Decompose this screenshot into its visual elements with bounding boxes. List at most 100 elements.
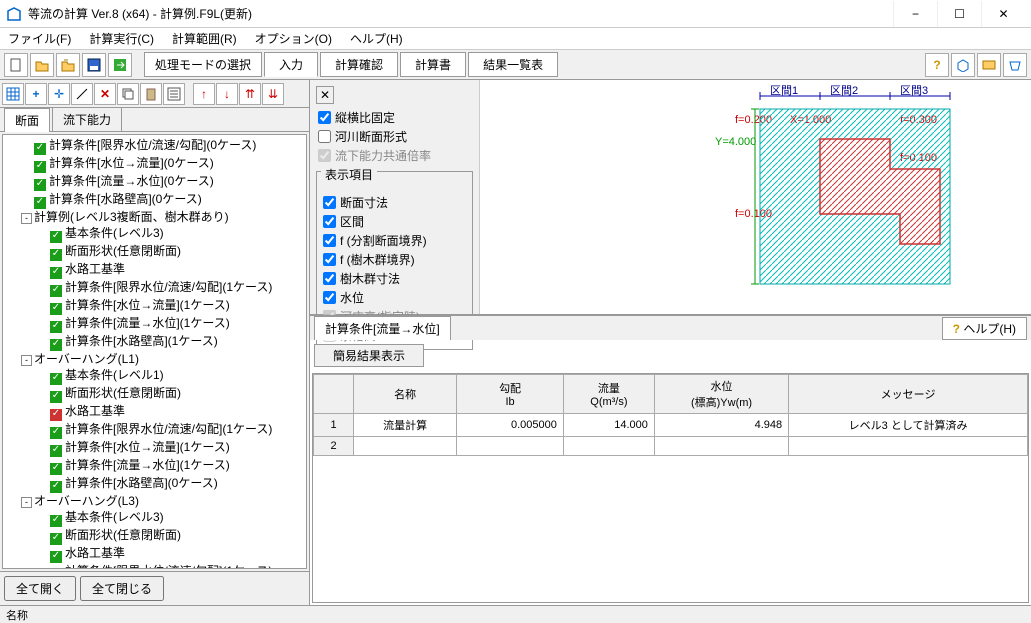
tree-item[interactable]: ✓計算条件[水位→流量](1ケース) bbox=[37, 297, 304, 315]
tree-item[interactable]: ✓計算条件[流量→水位](1ケース) bbox=[37, 315, 304, 333]
delete-button[interactable]: ✕ bbox=[94, 83, 116, 105]
lbl-display-item: 断面寸法 bbox=[340, 194, 388, 211]
tree-item[interactable]: -オーバーハング(L3)✓基本条件(レベル3)✓断面形状(任意閉断面)✓水路工基… bbox=[21, 493, 304, 569]
tree-item[interactable]: ✓水路工基準 bbox=[37, 403, 304, 421]
tree-item[interactable]: ✓計算条件[水路壁高](1ケース) bbox=[37, 333, 304, 351]
center-button[interactable]: ✛ bbox=[48, 83, 70, 105]
tree-item[interactable]: ✓断面形状(任意閉断面) bbox=[37, 385, 304, 403]
new-button[interactable] bbox=[4, 53, 28, 77]
tree-item[interactable]: ✓計算条件[限界水位/流速/勾配](1ケース) bbox=[37, 279, 304, 297]
tab-section[interactable]: 断面 bbox=[4, 108, 50, 132]
line-button[interactable] bbox=[71, 83, 93, 105]
check-icon: ✓ bbox=[50, 533, 62, 545]
check-icon: ✓ bbox=[50, 339, 62, 351]
tree-item[interactable]: ✓基本条件(レベル3) bbox=[37, 225, 304, 243]
maximize-button[interactable]: ☐ bbox=[937, 1, 981, 27]
result-help-button[interactable]: ? ヘルプ(H) bbox=[942, 317, 1027, 340]
tree-label: 計算条件[限界水位/流速/勾配](1ケース) bbox=[65, 564, 272, 569]
menu-options[interactable]: オプション(O) bbox=[251, 28, 336, 49]
mode-tab-input[interactable]: 入力 bbox=[264, 52, 318, 77]
table-row[interactable]: 1流量計算0.00500014.0004.948レベル3 として計算済み bbox=[314, 414, 1028, 437]
cell-q: 14.000 bbox=[563, 414, 654, 437]
grid-view-button[interactable] bbox=[2, 83, 24, 105]
menu-calc-run[interactable]: 計算実行(C) bbox=[85, 28, 158, 49]
tree-label: 計算条件[限界水位/流速/勾配](1ケース) bbox=[65, 280, 272, 294]
mode-tab-report[interactable]: 計算書 bbox=[400, 52, 466, 77]
chk-f (分割断面境界)[interactable] bbox=[323, 234, 336, 247]
top-arrow-button[interactable]: ⇈ bbox=[239, 83, 261, 105]
tree-label: 計算条件[流量→水位](1ケース) bbox=[65, 316, 230, 330]
chk-断面寸法[interactable] bbox=[323, 196, 336, 209]
tree-label: 基本条件(レベル1) bbox=[65, 368, 164, 382]
add-button[interactable]: + bbox=[25, 83, 47, 105]
mode-tab-results[interactable]: 結果一覧表 bbox=[468, 52, 558, 77]
tree-item[interactable]: ✓計算条件[限界水位/流速/勾配](1ケース) bbox=[37, 421, 304, 439]
expand-toggle[interactable]: - bbox=[21, 497, 32, 508]
left-panel: + ✛ ✕ ↑ ↓ ⇈ ⇊ 断面 流下能力 ✓計算条件[限界水位/流速/勾配](… bbox=[0, 80, 310, 605]
bucket-icon-button[interactable] bbox=[1003, 53, 1027, 77]
expand-all-button[interactable]: 全て開く bbox=[4, 576, 76, 601]
minimize-button[interactable]: − bbox=[893, 1, 937, 27]
copy-button[interactable] bbox=[117, 83, 139, 105]
collapse-all-button[interactable]: 全て閉じる bbox=[80, 576, 164, 601]
tab-flow[interactable]: 流下能力 bbox=[52, 107, 122, 131]
result-grid[interactable]: 名称勾配Ib流量Q(m³/s)水位(標高)Yw(m)メッセージ1流量計算0.00… bbox=[312, 373, 1029, 603]
tree-item[interactable]: ✓計算条件[水路壁高](0ケース) bbox=[37, 475, 304, 493]
paste-button[interactable] bbox=[140, 83, 162, 105]
bottom-arrow-button[interactable]: ⇊ bbox=[262, 83, 284, 105]
tree-view[interactable]: ✓計算条件[限界水位/流速/勾配](0ケース)✓計算条件[水位→流量](0ケース… bbox=[2, 134, 307, 569]
box-icon-button[interactable] bbox=[951, 53, 975, 77]
tree-item[interactable]: ✓計算条件[限界水位/流速/勾配](0ケース) bbox=[21, 137, 304, 155]
menu-file[interactable]: ファイル(F) bbox=[4, 28, 75, 49]
cell-q bbox=[563, 437, 654, 456]
tree-item[interactable]: ✓断面形状(任意閉断面) bbox=[37, 527, 304, 545]
chk-水位[interactable] bbox=[323, 291, 336, 304]
tree-item[interactable]: ✓計算条件[水位→流量](0ケース) bbox=[21, 155, 304, 173]
tree-item[interactable]: ✓水路工基準 bbox=[37, 261, 304, 279]
list-button[interactable] bbox=[163, 83, 185, 105]
menu-help[interactable]: ヘルプ(H) bbox=[346, 28, 407, 49]
simple-result-button[interactable]: 簡易結果表示 bbox=[314, 344, 424, 367]
col-header: 名称 bbox=[354, 375, 457, 414]
mode-tab-confirm[interactable]: 計算確認 bbox=[320, 52, 398, 77]
tree-item[interactable]: ✓基本条件(レベル1) bbox=[37, 367, 304, 385]
chk-f (樹木群境界)[interactable] bbox=[323, 253, 336, 266]
tree-item[interactable]: ✓水路工基準 bbox=[37, 545, 304, 563]
tree-item[interactable]: ✓計算条件[水位→流量](1ケース) bbox=[37, 439, 304, 457]
chk-樹木群寸法[interactable] bbox=[323, 272, 336, 285]
open2-button[interactable] bbox=[56, 53, 80, 77]
check-icon: ✓ bbox=[50, 481, 62, 493]
chk-区間[interactable] bbox=[323, 215, 336, 228]
panel-close-button[interactable]: ✕ bbox=[316, 86, 334, 104]
check-icon: ✓ bbox=[50, 515, 62, 527]
tree-item[interactable]: ✓計算条件[限界水位/流速/勾配](1ケース) bbox=[37, 563, 304, 569]
exit-button[interactable] bbox=[108, 53, 132, 77]
tree-item[interactable]: -計算例(レベル3複断面、樹木群あり)✓基本条件(レベル3)✓断面形状(任意閉断… bbox=[21, 209, 304, 351]
tree-item[interactable]: ✓計算条件[流量→水位](1ケース) bbox=[37, 457, 304, 475]
titlebar: 等流の計算 Ver.8 (x64) - 計算例.F9L(更新) − ☐ ✕ bbox=[0, 0, 1031, 28]
table-row[interactable]: 2 bbox=[314, 437, 1028, 456]
tree-item[interactable]: -オーバーハング(L1)✓基本条件(レベル1)✓断面形状(任意閉断面)✓水路工基… bbox=[21, 351, 304, 493]
card-icon-button[interactable] bbox=[977, 53, 1001, 77]
expand-toggle[interactable]: - bbox=[21, 355, 32, 366]
save-button[interactable] bbox=[82, 53, 106, 77]
result-tab[interactable]: 計算条件[流量→水位] bbox=[314, 316, 451, 340]
expand-toggle[interactable]: - bbox=[21, 213, 32, 224]
tree-item[interactable]: ✓断面形状(任意閉断面) bbox=[37, 243, 304, 261]
tree-item[interactable]: ✓計算条件[水路壁高](0ケース) bbox=[21, 191, 304, 209]
open-button[interactable] bbox=[30, 53, 54, 77]
window-title: 等流の計算 Ver.8 (x64) - 計算例.F9L(更新) bbox=[28, 5, 893, 22]
tree-label: 計算例(レベル3複断面、樹木群あり) bbox=[34, 210, 229, 224]
menubar: ファイル(F) 計算実行(C) 計算範囲(R) オプション(O) ヘルプ(H) bbox=[0, 28, 1031, 50]
close-button[interactable]: ✕ bbox=[981, 1, 1025, 27]
chk-fix-ratio[interactable] bbox=[318, 111, 331, 124]
tree-item[interactable]: ✓基本条件(レベル3) bbox=[37, 509, 304, 527]
down-arrow-button[interactable]: ↓ bbox=[216, 83, 238, 105]
menu-calc-range[interactable]: 計算範囲(R) bbox=[168, 28, 241, 49]
help-icon-button[interactable]: ? bbox=[925, 53, 949, 77]
chk-river-shape[interactable] bbox=[318, 130, 331, 143]
tree-item[interactable]: ✓計算条件[流量→水位](0ケース) bbox=[21, 173, 304, 191]
tree-label: 基本条件(レベル3) bbox=[65, 510, 164, 524]
display-group-title: 表示項目 bbox=[321, 166, 377, 183]
up-arrow-button[interactable]: ↑ bbox=[193, 83, 215, 105]
